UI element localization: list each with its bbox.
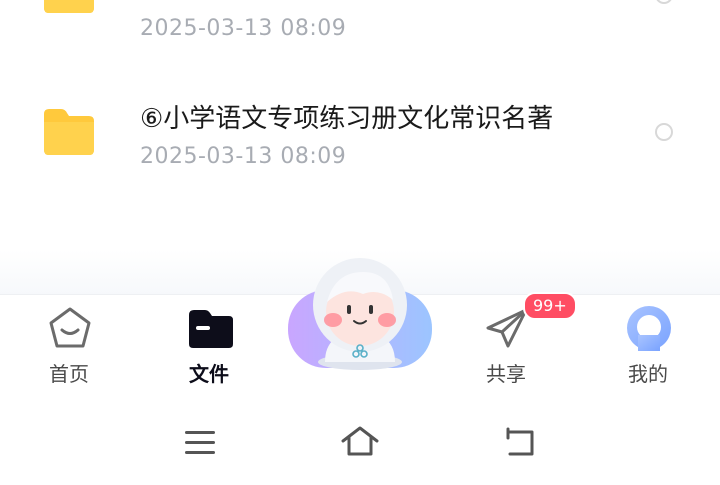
home-nav-icon[interactable] [340, 424, 380, 458]
select-radio[interactable] [655, 123, 673, 141]
menu-icon[interactable] [183, 428, 217, 458]
file-date: 2025-03-13 08:09 [140, 16, 347, 41]
share-count-badge: 99+ [523, 292, 577, 320]
file-date: 2025-03-13 08:09 [140, 144, 347, 169]
home-icon [49, 307, 91, 348]
assistant-mascot-icon [288, 258, 432, 370]
back-icon[interactable] [502, 426, 538, 458]
file-name: ⑥小学语文专项练习册文化常识名著 [140, 104, 554, 134]
files-icon [189, 310, 233, 348]
folder-icon [44, 0, 94, 13]
select-radio[interactable] [655, 0, 673, 4]
tab-mine-label: 我的 [628, 362, 668, 386]
tab-share-label: 共享 [486, 362, 526, 386]
tab-home-label: 首页 [49, 362, 89, 386]
tab-files-label: 文件 [189, 362, 229, 386]
folder-icon [44, 109, 94, 155]
avatar-icon [627, 306, 671, 351]
